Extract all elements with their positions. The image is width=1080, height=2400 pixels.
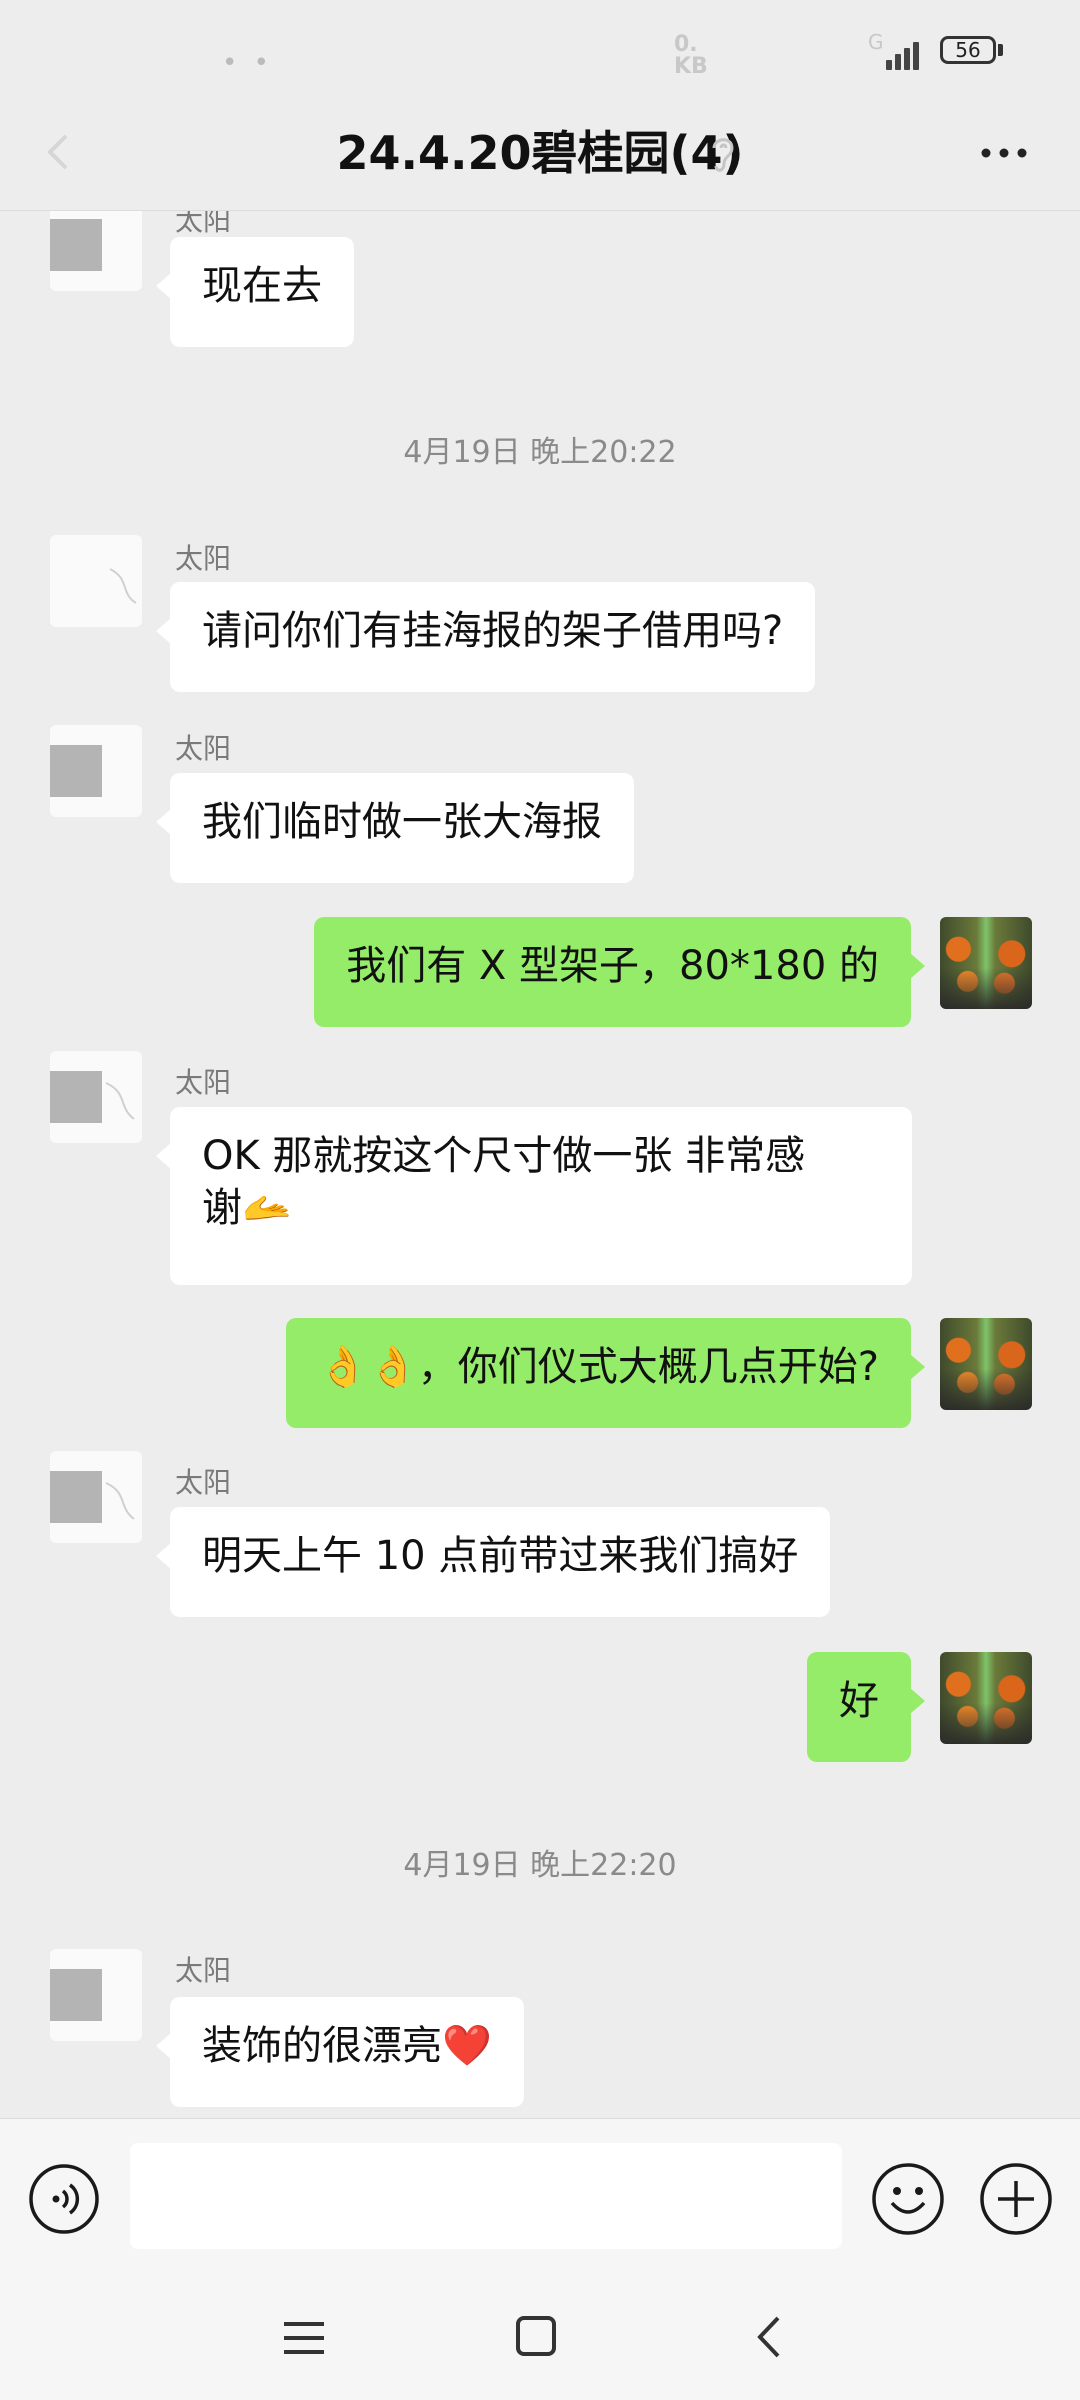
sender-name: 太阳 [175,542,232,575]
nav-menu-icon [284,2322,324,2354]
message-bubble[interactable]: 👌👌，你们仪式大概几点开始? [286,1318,925,1428]
battery-icon: 56 [940,36,996,64]
timestamp: 4月19日 晚上22:20 [403,1848,677,1883]
message-bubble[interactable]: 请问你们有挂海报的架子借用吗? [155,582,816,692]
self-avatar[interactable] [940,1652,1032,1744]
message-text: 好 [839,1678,879,1724]
message-text: 我们有 X 型架子，80*180 的 [346,943,879,989]
message-bubble[interactable]: OK 那就按这个尺寸做一张 非常感 谢🫴 [156,1107,912,1285]
avatar[interactable] [50,1451,142,1543]
more-button[interactable] [976,128,1032,178]
avatar[interactable] [50,1051,142,1143]
message-text: 我们临时做一张大海报 [202,799,602,845]
emoji-icon [872,2163,944,2235]
message-text: 装饰的很漂亮❤️ [202,2023,492,2069]
message-bubble[interactable]: 我们有 X 型架子，80*180 的 [314,917,925,1027]
sender-name: 太阳 [175,1066,232,1099]
input-bar [0,2118,1080,2277]
battery-level: 56 [955,38,981,62]
avatar[interactable] [50,211,142,291]
voice-icon [29,2164,99,2234]
system-nav-bar [0,2276,1080,2400]
message-bubble[interactable]: 明天上午 10 点前带过来我们搞好 [155,1507,831,1617]
signal-icon [886,38,926,70]
chat-title: 24.4.20碧桂园(4) [336,126,744,180]
message-text: 请问你们有挂海报的架子借用吗? [202,608,784,654]
sender-name: 太阳 [175,732,232,765]
notification-dots: • • [222,48,273,78]
self-avatar[interactable] [940,1318,1032,1410]
signal-type: G [868,30,884,54]
message-bubble[interactable]: 我们临时做一张大海报 [156,773,634,883]
message-bubble[interactable]: 现在去 [156,237,354,347]
message-text: 明天上午 10 点前带过来我们搞好 [202,1533,799,1579]
message-text: OK 那就按这个尺寸做一张 非常感 [202,1133,806,1179]
self-avatar[interactable] [940,917,1032,1009]
avatar[interactable] [50,535,142,627]
network-speed: 0. KB [674,32,708,79]
nav-home-icon [516,2316,556,2356]
message-bubble[interactable]: 装饰的很漂亮❤️ [156,1997,524,2107]
avatar[interactable] [50,1949,142,2041]
sender-name: 太阳 [175,1466,232,1499]
sender-name: 太阳 [175,1954,232,1987]
emoji-button[interactable] [870,2161,946,2237]
avatar[interactable] [50,725,142,817]
more-icon [981,148,1027,158]
voice-button[interactable] [28,2163,100,2235]
message-bubble[interactable]: 好 [807,1652,925,1762]
nav-home-button[interactable] [514,2314,558,2358]
ear-icon [712,138,734,172]
status-bar: • • 0. KB G 56 [0,0,1080,100]
message-list[interactable]: 太阳 现在去 4月19日 晚上20:22 太阳 请问你们有挂海报的架子借用吗? … [0,211,1080,2117]
message-text: 谢🫴 [202,1185,292,1231]
nav-menu-button[interactable] [280,2316,328,2360]
nav-back-button[interactable] [752,2312,786,2362]
message-text: 现在去 [202,263,322,309]
sender-name: 太阳 [175,211,232,237]
message-text: 👌👌，你们仪式大概几点开始? [318,1344,879,1390]
message-input[interactable] [130,2143,842,2249]
plus-icon [980,2163,1052,2235]
chat-header: 24.4.20碧桂园(4) [0,100,1080,211]
timestamp: 4月19日 晚上20:22 [403,435,677,470]
nav-back-icon [757,2316,780,2358]
plus-button[interactable] [978,2161,1054,2237]
